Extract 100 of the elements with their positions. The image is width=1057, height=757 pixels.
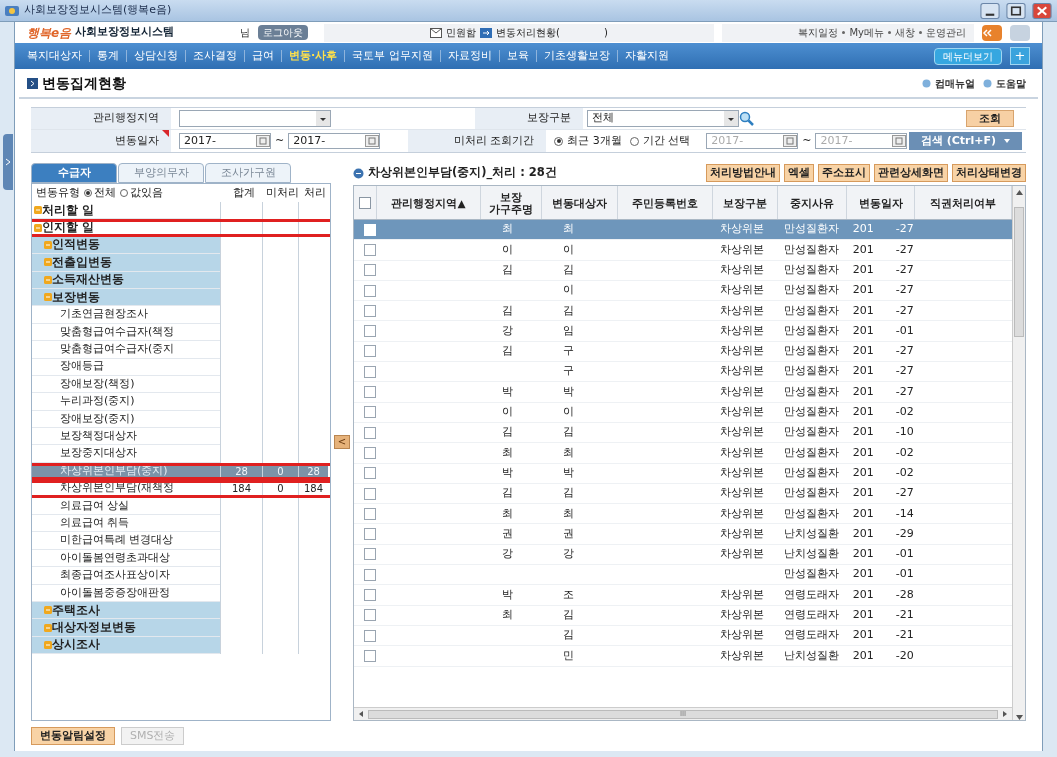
header-link[interactable]: 복지일정 [798,25,839,40]
row-checkbox[interactable] [363,406,376,419]
table-cell-text: 201 [852,262,874,278]
toolbar-button[interactable]: 주소표시 [818,164,870,182]
table-cell-text: 201 [852,322,874,339]
coverage-select[interactable]: 전체 [587,110,739,127]
row-checkbox[interactable] [363,528,376,541]
tree-item[interactable]: 보장중지대상자 [60,445,137,462]
row-checkbox[interactable] [363,568,376,581]
tree-item[interactable]: 차상위본인부담(재책정 [60,480,175,497]
row-checkbox[interactable] [363,386,376,398]
panel-tab[interactable]: 부양의무자 [118,163,204,183]
date-field[interactable]: 2017- [288,133,381,149]
row-checkbox[interactable] [363,649,376,662]
table-cell: 강 [562,546,574,563]
forward-button[interactable] [1010,24,1030,41]
table-cell: 난치성질환 [783,546,839,563]
scrollbar-thumb[interactable] [1014,207,1024,337]
tree-item[interactable]: 아이돌봄연령초과대상 [60,549,170,567]
row-checkbox[interactable] [363,426,376,439]
period-radio[interactable]: 기간 선택 [629,132,691,150]
inbox-link[interactable]: 민원함 [446,25,477,40]
tree-item[interactable]: 최종급여조사표상이자 [60,567,170,584]
chevron-box-icon [27,77,38,89]
footer-button[interactable]: 변동알림설정 [31,727,115,745]
region-select[interactable] [179,110,331,127]
status-link[interactable]: 변동처리현황( [496,25,560,40]
tree-item[interactable]: 장애등급 [60,358,104,375]
select-all-checkbox[interactable] [359,196,371,209]
nav-tab[interactable]: 보육 [506,47,529,65]
help-link[interactable]: 도움말 [996,75,1026,91]
tree-group[interactable]: 처리할 일 [42,201,94,219]
collapse-button[interactable]: < [334,435,350,449]
table-cell-text: 201 [852,444,874,461]
row-checkbox[interactable] [363,243,376,256]
close-icon[interactable] [1031,2,1053,19]
row-checkbox[interactable] [363,365,376,378]
tree-item[interactable]: 의료급여 취득 [60,515,130,532]
tree-item[interactable]: 맞춤형급여수급자(책정 [60,323,175,341]
row-checkbox[interactable] [363,446,376,459]
header-link[interactable]: 운영관리 [926,25,966,40]
period-radio[interactable]: 최근 3개월 [554,132,622,150]
tree-item[interactable]: 의료급여 상실 [60,497,130,515]
tree-item[interactable]: 장애보장(책정) [60,375,135,393]
header-link[interactable]: My메뉴 [849,25,884,40]
table-cell-text: 임 [562,322,574,339]
row-checkbox[interactable] [363,548,376,561]
row-checkbox[interactable] [363,487,376,500]
table-cell-text: 201 [852,647,874,664]
row-checkbox[interactable] [363,304,376,317]
minimize-icon[interactable] [979,2,1001,19]
help-link[interactable]: 컴매뉴얼 [935,75,975,91]
row-checkbox[interactable] [363,589,376,601]
tree-item[interactable]: 미한급여특례 변경대상 [60,532,174,549]
nav-tab[interactable]: 자활지원 [624,47,669,65]
column-header: 주민등록번호 [632,196,698,209]
toolbar-button[interactable]: 관련상세화면 [874,164,948,182]
table-cell: 201 [852,607,874,624]
tree-item[interactable]: 보장책정대상자 [60,428,137,445]
tree-item[interactable]: 맞춤형급여수급자(중지 [60,341,175,358]
header-link[interactable]: 새창 [895,25,915,40]
nav-tab[interactable]: 통계 [97,47,119,65]
logout-button[interactable]: 로그아웃 [258,25,308,40]
row-checkbox[interactable] [363,264,376,277]
filter-radio[interactable]: 값있음 [120,185,163,201]
table-cell: -27 [895,485,914,502]
table-cell-text: 201 [852,525,874,542]
row-checkbox[interactable] [363,345,376,358]
row-checkbox[interactable] [363,609,376,622]
row-checkbox[interactable] [363,325,376,338]
tree-item[interactable]: 기초연금현장조사 [60,306,148,323]
date-field[interactable]: 2017- [179,133,271,149]
maximize-icon[interactable] [1005,2,1027,19]
nav-tab[interactable]: 복지대상자 [27,47,82,65]
query-button[interactable]: 조회 [966,110,1014,127]
tree-group[interactable]: 인지할 일 [42,218,94,237]
nav-tab[interactable]: 기초생활보장 [543,47,610,65]
table-cell-text: 박 [562,383,574,400]
row-checkbox[interactable] [363,467,376,480]
filter-radio[interactable]: 전체 [84,185,116,201]
toolbar-button[interactable]: 처리방법안내 [706,164,780,182]
row-checkbox[interactable] [363,507,376,520]
tree-item[interactable]: 아이돌봄중증장애판정 [60,584,170,602]
row-checkbox[interactable] [363,284,376,297]
nav-tab[interactable]: 조사결정 [193,47,237,65]
side-panel-handle[interactable] [3,134,13,190]
panel-tab[interactable]: 수급자 [31,163,117,183]
table-cell: 차상위본 [720,546,764,563]
vertical-scrollbar[interactable] [1012,186,1025,720]
toolbar-button[interactable]: 처리상태변경 [952,164,1026,182]
tree-item[interactable]: 장애보장(중지) [60,410,135,428]
nav-tab[interactable]: 자료정비 [447,47,492,65]
nav-tab[interactable]: 국토부 업무지원 [352,47,433,65]
toolbar-button[interactable]: 엑셀 [784,164,814,182]
row-checkbox[interactable] [363,629,376,642]
nav-tab[interactable]: 급여 [252,47,274,65]
nav-tab[interactable]: 상담신청 [134,47,178,65]
back-button[interactable] [982,24,1002,41]
tree-item[interactable]: 누리과정(중지) [60,393,135,410]
table-cell-text: 만성질환자 [783,383,839,400]
